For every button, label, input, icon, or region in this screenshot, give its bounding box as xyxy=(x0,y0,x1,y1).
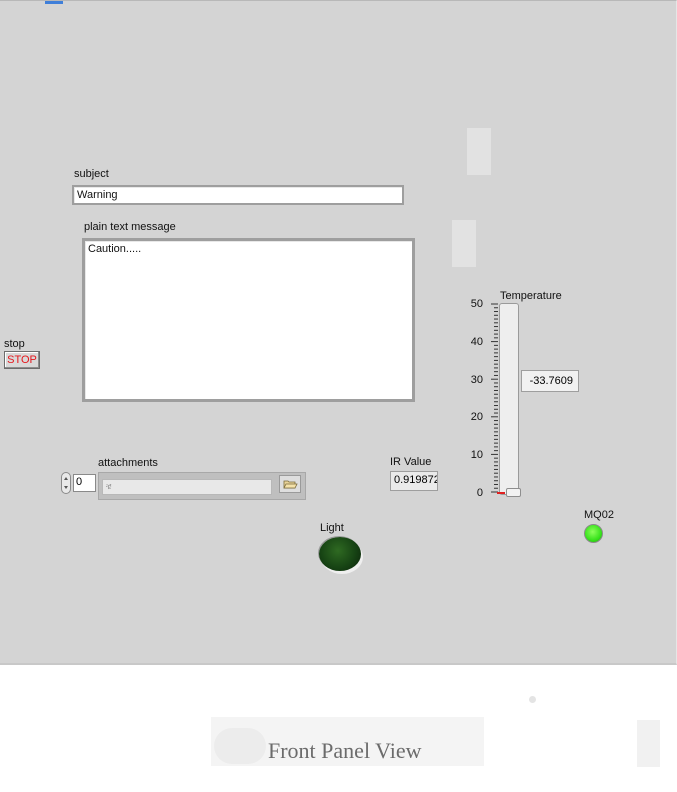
tick-label-20: 20 xyxy=(470,411,483,423)
tick-label-0: 0 xyxy=(476,487,483,499)
mq02-label: MQ02 xyxy=(584,509,614,521)
empty-decoration-1 xyxy=(467,128,491,175)
increment-arrow-icon[interactable] xyxy=(64,477,68,480)
light-led[interactable] xyxy=(319,537,361,571)
empty-decoration-3 xyxy=(637,720,660,767)
ir-value-indicator: 0.919872 xyxy=(390,471,438,491)
thermometer-level xyxy=(497,492,505,494)
array-index-spinner[interactable] xyxy=(61,472,71,494)
caption-blob xyxy=(214,728,266,764)
stop-button[interactable]: STOP xyxy=(4,351,40,369)
front-panel: subject Warning plain text message Cauti… xyxy=(0,0,677,665)
mq02-led[interactable] xyxy=(584,524,603,543)
selection-marker xyxy=(45,1,63,4)
array-index-input[interactable]: 0 xyxy=(73,474,96,492)
temperature-readout: -33.7609 xyxy=(521,370,579,392)
decrement-arrow-icon[interactable] xyxy=(64,486,68,489)
subject-input[interactable]: Warning xyxy=(72,185,404,205)
thermometer-tube xyxy=(499,303,519,495)
attachments-path-input[interactable]: ቼ xyxy=(102,479,272,495)
message-textarea[interactable]: Caution..... xyxy=(82,238,415,402)
light-label: Light xyxy=(320,522,344,534)
caption-text: Front Panel View xyxy=(268,738,422,763)
tick-label-10: 10 xyxy=(470,449,483,461)
ir-value-label: IR Value xyxy=(390,456,432,468)
tick-label-40: 40 xyxy=(470,336,483,348)
browse-button[interactable] xyxy=(279,475,301,493)
tick-label-50: 50 xyxy=(470,298,483,310)
tick-label-30: 30 xyxy=(470,374,483,386)
empty-decoration-2 xyxy=(452,220,476,267)
decorative-dot xyxy=(529,696,536,703)
stop-label: stop xyxy=(4,338,25,350)
thermometer-slider-handle[interactable] xyxy=(506,488,521,497)
attachments-label: attachments xyxy=(98,457,158,469)
temperature-label: Temperature xyxy=(500,290,562,302)
subject-label: subject xyxy=(74,168,109,180)
message-label: plain text message xyxy=(84,221,176,233)
temperature-scale-ticks xyxy=(491,303,498,493)
folder-icon xyxy=(283,480,298,489)
